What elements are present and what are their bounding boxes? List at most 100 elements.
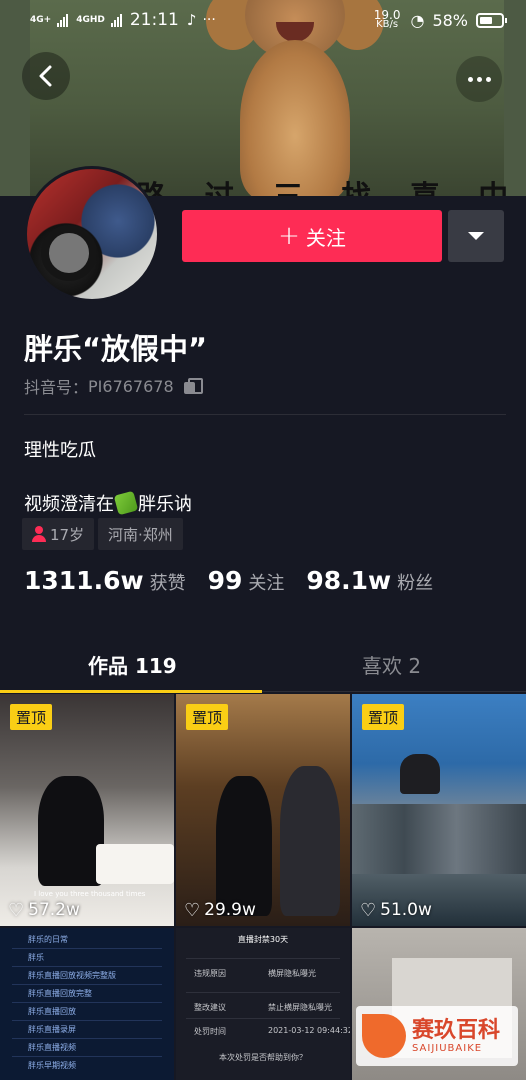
video-thumbnail-4[interactable]: 胖乐的日常 胖乐 胖乐直播回放视频完整版 胖乐直播回放完整 胖乐直播回放 胖乐直… — [0, 928, 174, 1080]
thumbnail-bed — [96, 844, 174, 884]
chevron-left-icon — [39, 65, 52, 87]
thumbnail-person-2 — [280, 766, 340, 916]
notice-row-label: 违规原因 — [194, 969, 226, 978]
tab-likes[interactable]: 喜欢 2 — [362, 650, 421, 679]
uid-value: PI6767678 — [88, 376, 174, 396]
profile-stats: 1311.6w 获赞 99 关注 98.1w 粉丝 — [24, 566, 455, 595]
video-likes-count: 29.9w — [204, 900, 256, 920]
thumbnail-person — [38, 776, 104, 886]
list-divider — [12, 1020, 162, 1021]
battery-icon — [476, 12, 507, 28]
likes-count: 1311.6w — [24, 566, 144, 595]
caret-down-icon — [468, 232, 484, 240]
video-likes: ♡ 51.0w — [360, 900, 432, 920]
notice-row-label: 整改建议 — [194, 1003, 226, 1012]
notice-title: 直播封禁30天 — [237, 935, 289, 944]
list-divider — [12, 948, 162, 949]
notice-row-label: 处罚时间 — [194, 1027, 226, 1036]
heart-icon: ♡ — [8, 899, 25, 921]
pinned-badge: 置顶 — [186, 704, 229, 730]
active-tab-indicator — [0, 690, 262, 693]
video-likes-count: 57.2w — [28, 900, 80, 920]
back-button[interactable] — [22, 52, 70, 100]
search-list-item: 胖乐的日常 — [28, 935, 68, 944]
watermark-cn: 赛玖百科 — [412, 1017, 501, 1043]
battery-percent: 58% — [432, 10, 468, 30]
follow-button-label: 关注 — [305, 225, 346, 250]
copy-icon[interactable] — [183, 378, 203, 394]
video-thumbnail-2[interactable]: 置顶 ♡ 29.9w — [176, 694, 350, 926]
search-list-item: 胖乐直播回放 — [28, 1007, 76, 1016]
notice-row-value: 禁止横屏隐私曝光 — [268, 1003, 332, 1012]
recommend-dropdown-button[interactable] — [448, 210, 504, 262]
bio-line-1: 理性吃瓜 — [24, 440, 96, 461]
list-divider — [12, 984, 162, 985]
pinned-badge: 置顶 — [10, 704, 53, 730]
search-list-item: 胖乐直播回放视频完整版 — [28, 971, 116, 980]
notice-divider — [186, 958, 340, 959]
uid-label: 抖音号： — [24, 378, 89, 397]
network-label-1: 4G+ — [30, 14, 52, 25]
video-thumbnail-3[interactable]: 置顶 ♡ 51.0w — [352, 694, 526, 926]
following-label[interactable]: 关注 — [248, 569, 284, 595]
status-bar: 4G+ 4GHD 21:11 ♪ ··· 19.0 KB/s ◔ 58% — [0, 0, 526, 40]
notice-row-value: 2021-03-12 09:44:32 — [268, 1026, 350, 1035]
thumbnail-person — [400, 754, 440, 794]
location-tag: 河南·郑州 — [98, 518, 183, 550]
notice-divider — [186, 1018, 340, 1019]
follow-button[interactable]: + 关注 — [182, 210, 442, 262]
notice-footer: 本次处罚是否帮助到你？ — [219, 1053, 307, 1062]
signal-icon — [57, 13, 69, 27]
search-list-item: 胖乐直播录屏 — [28, 1025, 76, 1034]
banner-text: 路 过 三 找 喜 中 — [136, 172, 522, 196]
video-thumbnail-5[interactable]: 直播封禁30天 违规原因 横屏隐私曝光 整改建议 禁止横屏隐私曝光 处罚时间 2… — [176, 928, 350, 1080]
heart-icon: ♡ — [360, 899, 377, 921]
search-list-item: 胖乐直播视频 — [28, 1043, 76, 1052]
more-dots-icon — [466, 76, 493, 82]
female-person-icon — [32, 526, 46, 542]
watermark-en: SAIJIUBAIKE — [412, 1042, 483, 1054]
watermark-text: 赛玖百科 SAIJIUBAIKE — [412, 1017, 501, 1054]
video-likes-count: 51.0w — [380, 900, 432, 920]
tab-divider — [262, 691, 526, 692]
list-divider — [12, 1038, 162, 1039]
tiktok-notification-icon: ♪ — [186, 11, 197, 29]
video-likes: ♡ 57.2w — [8, 900, 80, 920]
notice-row-value: 横屏隐私曝光 — [268, 969, 316, 978]
thumbnail-buildings — [352, 804, 526, 874]
network-label-2: 4GHD — [76, 14, 105, 25]
location-tag-label: 河南·郑州 — [108, 525, 173, 544]
heart-icon: ♡ — [184, 899, 201, 921]
clothing-emoji-icon — [113, 490, 139, 516]
likes-label: 获赞 — [149, 573, 186, 594]
age-tag: 17岁 — [22, 518, 95, 550]
following-count[interactable]: 99 — [208, 566, 243, 595]
status-time: 21:11 — [129, 10, 179, 30]
video-caption: I love you three thousand times — [34, 890, 146, 898]
list-divider — [12, 966, 162, 967]
search-list-item: 胖乐 — [28, 953, 44, 962]
network-speed: 19.0 KB/s — [373, 8, 401, 30]
followers-count[interactable]: 98.1w — [306, 566, 391, 595]
video-thumbnail-1[interactable]: 置顶 I love you three thousand times ♡ 57.… — [0, 694, 174, 926]
bio-line-2: 视频澄清在 胖乐讷 — [24, 490, 192, 516]
profile-name: 胖乐“放假中” — [24, 332, 208, 366]
bio-line-2-start: 视频澄清在 — [24, 494, 114, 515]
video-likes: ♡ 29.9w — [184, 900, 256, 920]
plus-icon: + — [278, 221, 300, 251]
profile-uid-row: 抖音号： PI6767678 — [24, 374, 203, 398]
site-watermark: 赛玖百科 SAIJIUBAIKE — [356, 1006, 518, 1066]
followers-label[interactable]: 粉丝 — [397, 569, 433, 595]
thumbnail-person-1 — [216, 776, 272, 916]
more-options-button[interactable] — [456, 56, 502, 102]
tab-works[interactable]: 作品 119 — [88, 650, 177, 679]
age-tag-label: 17岁 — [50, 525, 85, 544]
signal-icon-2 — [110, 13, 122, 27]
notice-divider — [186, 992, 340, 993]
search-list-item: 胖乐早期视频 — [28, 1061, 76, 1070]
divider — [24, 414, 506, 415]
list-divider — [12, 1056, 162, 1057]
wifi-icon: ◔ — [410, 10, 425, 30]
avatar[interactable] — [24, 166, 160, 302]
more-notifications-icon: ··· — [202, 12, 216, 28]
